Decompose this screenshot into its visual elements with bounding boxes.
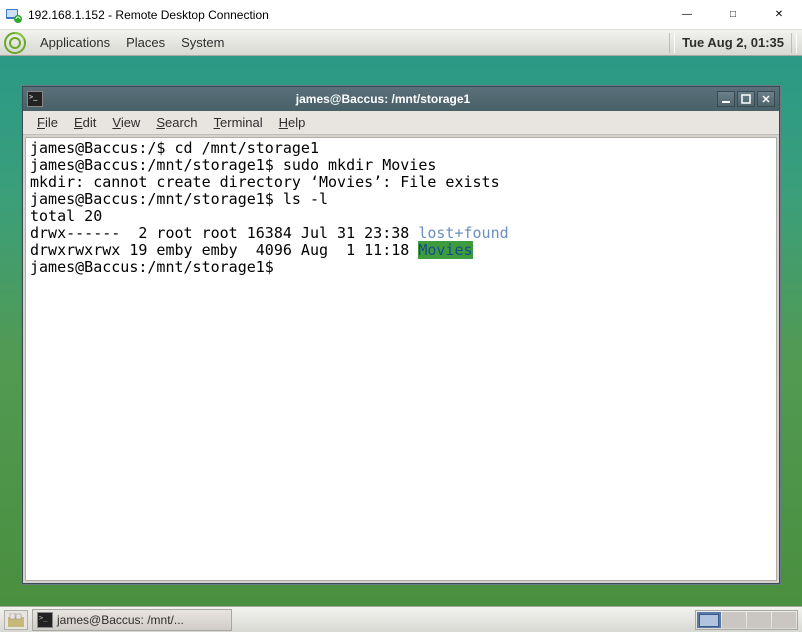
- workspace-pager[interactable]: [695, 610, 798, 630]
- terminal-menu-help[interactable]: Help: [271, 115, 314, 130]
- prompt: james@Baccus:/mnt/storage1$: [30, 190, 283, 208]
- maximize-button[interactable]: □: [710, 0, 756, 29]
- directory-name: lost+found: [418, 224, 508, 242]
- mate-bottom-panel: james@Baccus: /mnt/...: [0, 606, 802, 632]
- command: sudo mkdir Movies: [283, 156, 437, 174]
- terminal-title: james@Baccus: /mnt/storage1: [49, 92, 717, 106]
- terminal-icon: [27, 91, 43, 107]
- terminal-menu-file[interactable]: File: [29, 115, 66, 130]
- menu-places[interactable]: Places: [118, 30, 173, 55]
- terminal-icon: [37, 612, 53, 628]
- output-line: drwxrwxrwx 19 emby emby 4096 Aug 1 11:18: [30, 241, 418, 259]
- terminal-maximize-button[interactable]: [737, 91, 755, 107]
- terminal-close-button[interactable]: [757, 91, 775, 107]
- mate-top-panel: Applications Places System Tue Aug 2, 01…: [0, 30, 802, 56]
- prompt: james@Baccus:/mnt/storage1$: [30, 156, 283, 174]
- terminal-menu-edit[interactable]: Edit: [66, 115, 104, 130]
- menu-system[interactable]: System: [173, 30, 232, 55]
- command: cd /mnt/storage1: [175, 139, 320, 157]
- terminal-menubar: File Edit View Search Terminal Help: [23, 111, 779, 135]
- taskbar-item-label: james@Baccus: /mnt/...: [57, 613, 184, 627]
- minimize-button[interactable]: ―: [664, 0, 710, 29]
- output-line: mkdir: cannot create directory ‘Movies’:…: [30, 173, 500, 191]
- close-button[interactable]: ✕: [756, 0, 802, 29]
- workspace-1[interactable]: [697, 612, 721, 628]
- taskbar-item-terminal[interactable]: james@Baccus: /mnt/...: [32, 609, 232, 631]
- workspace-4[interactable]: [772, 612, 796, 628]
- terminal-body[interactable]: james@Baccus:/$ cd /mnt/storage1 james@B…: [25, 137, 777, 581]
- windows-controls: ― □ ✕: [664, 0, 802, 29]
- show-desktop-button[interactable]: [4, 610, 28, 630]
- terminal-titlebar[interactable]: james@Baccus: /mnt/storage1: [23, 87, 779, 111]
- menu-applications[interactable]: Applications: [32, 30, 118, 55]
- windows-titlebar: 192.168.1.152 - Remote Desktop Connectio…: [0, 0, 802, 30]
- panel-clock[interactable]: Tue Aug 2, 01:35: [676, 35, 790, 50]
- output-line: drwx------ 2 root root 16384 Jul 31 23:3…: [30, 224, 418, 242]
- terminal-minimize-button[interactable]: [717, 91, 735, 107]
- prompt: james@Baccus:/$: [30, 139, 175, 157]
- panel-separator: [669, 33, 675, 53]
- prompt: james@Baccus:/mnt/storage1$: [30, 258, 283, 276]
- terminal-menu-terminal[interactable]: Terminal: [206, 115, 271, 130]
- workspace-3[interactable]: [747, 612, 771, 628]
- output-line: total 20: [30, 207, 102, 225]
- terminal-window: james@Baccus: /mnt/storage1 File Edit Vi…: [22, 86, 780, 584]
- directory-name: Movies: [418, 241, 472, 259]
- distro-icon[interactable]: [4, 32, 26, 54]
- panel-separator: [791, 33, 797, 53]
- terminal-menu-search[interactable]: Search: [148, 115, 205, 130]
- rdc-icon: [6, 7, 22, 23]
- terminal-menu-view[interactable]: View: [104, 115, 148, 130]
- command: ls -l: [283, 190, 328, 208]
- desktop: james@Baccus: /mnt/storage1 File Edit Vi…: [0, 56, 802, 606]
- workspace-2[interactable]: [722, 612, 746, 628]
- windows-title: 192.168.1.152 - Remote Desktop Connectio…: [28, 8, 664, 22]
